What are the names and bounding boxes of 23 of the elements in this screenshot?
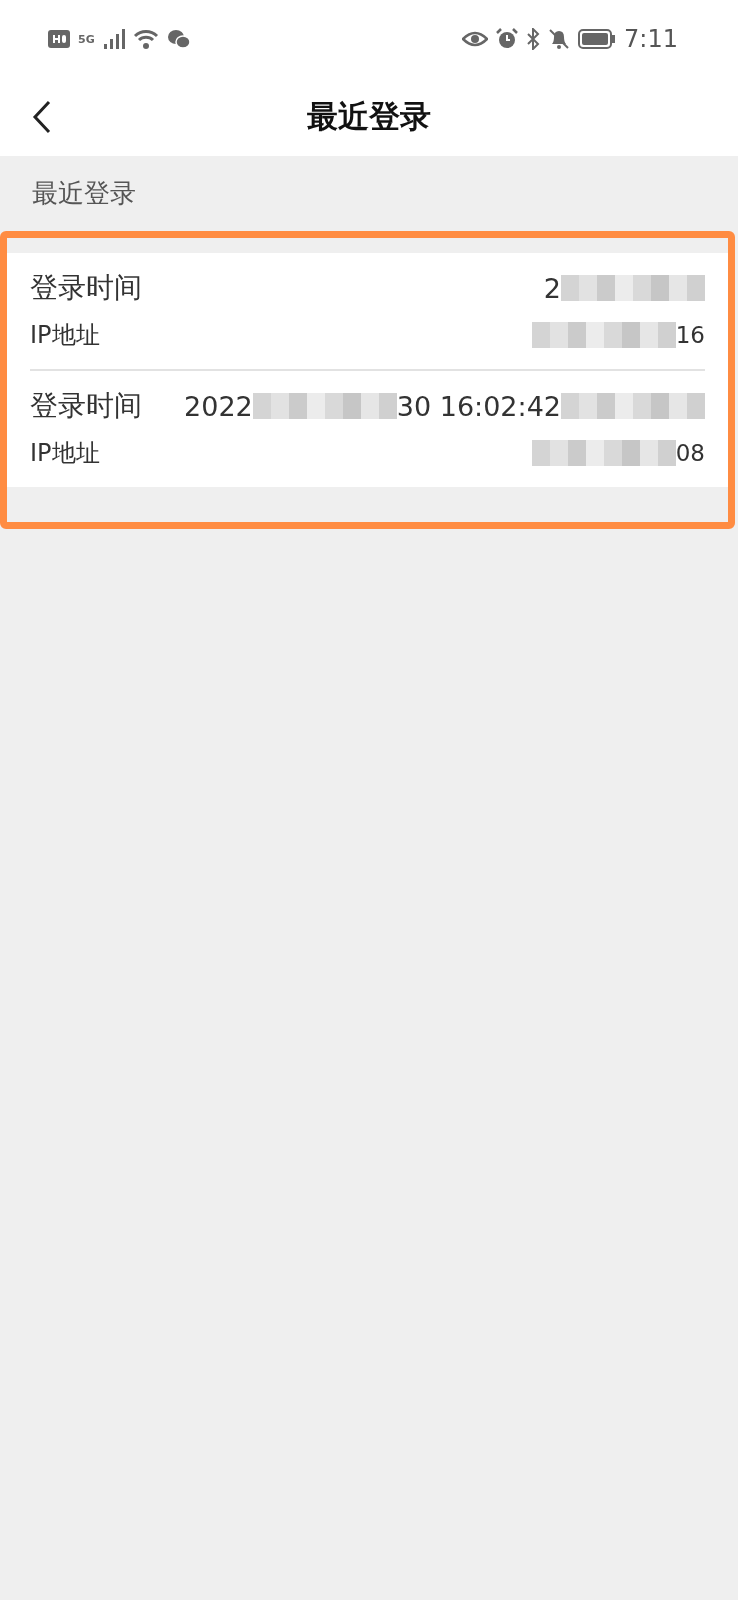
clock-time: 7:11 [624,25,678,53]
hd-icon [48,29,70,49]
login-time: 2022 [184,390,253,422]
signal-icon [102,28,125,50]
section-title: 最近登录 [31,177,137,210]
bluetooth-icon [526,28,541,50]
eye-icon [462,29,489,49]
battery-icon [578,28,617,50]
login-time: 2 [543,272,561,304]
chat-bubbles-icon [166,28,191,50]
ip-label: IP地址 [30,320,100,351]
network-type: 5G [78,32,95,46]
ip-address: 16 [675,322,705,348]
muted-bell-icon [548,28,571,50]
wifi-icon [132,28,159,50]
time-label: 登录时间 [30,388,142,424]
back-icon [32,100,52,134]
page-title: 最近登录 [307,97,431,136]
alarm-clock-icon [496,28,519,50]
login-time: 30 16:02:42 [396,390,561,422]
ip-address: 08 [675,440,705,466]
time-label: 登录时间 [30,270,142,306]
ip-label: IP地址 [30,438,100,469]
